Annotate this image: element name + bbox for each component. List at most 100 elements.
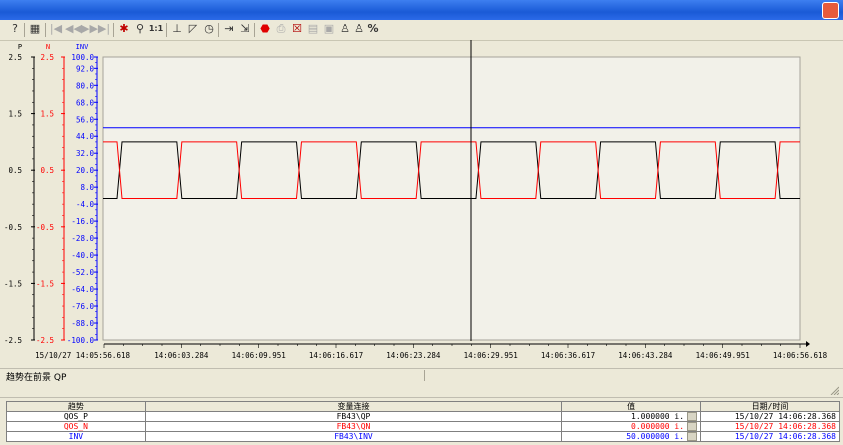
tick-label-p: 1.5 — [8, 110, 22, 119]
percent-icon[interactable]: % — [366, 22, 380, 36]
time-label: 14:06:09.951 — [232, 351, 286, 360]
column-header-trend[interactable]: 趋势 — [6, 401, 146, 412]
screen-icon[interactable]: ▦ — [28, 22, 42, 36]
time-label: 14:06:43.284 — [618, 351, 673, 360]
title-bar — [0, 0, 843, 20]
tick-label-inv: -28.0 — [71, 234, 94, 243]
trend-cell: INV — [6, 431, 146, 442]
next-icon[interactable]: ▶▶ — [81, 22, 98, 36]
tick-label-inv: -16.0 — [71, 217, 94, 226]
zoom-icon[interactable]: ⚲ — [133, 22, 147, 36]
time-label: 14:06:56.618 — [773, 351, 828, 360]
tick-label-inv: 92.0 — [76, 64, 95, 73]
trend-cell-text: INV — [68, 432, 84, 441]
tick-label-n: 2.5 — [40, 53, 54, 62]
export-icon[interactable]: ▤ — [306, 22, 320, 36]
pause-trend-icon[interactable]: ✱ — [117, 22, 131, 36]
value-cell-text: 0.000000 i. — [631, 422, 685, 431]
ruler-icon[interactable]: ⊥ — [170, 22, 184, 36]
link-cell-text: FB43\QN — [336, 422, 371, 431]
value-cell: 0.000000 i. — [561, 421, 702, 432]
datetime-cell-text: 15/10/27 14:06:28.368 — [734, 422, 836, 431]
value-scroll-icon[interactable] — [687, 412, 698, 421]
value-cell: 50.000000 i. — [561, 431, 702, 442]
datetime-cell-text: 15/10/27 14:06:28.368 — [734, 412, 836, 421]
link-cell: FB43\INV — [144, 431, 563, 442]
column-header-link[interactable]: 变量连接 — [144, 401, 563, 412]
prev-icon[interactable]: ◀◀ — [65, 22, 82, 36]
size-grip-icon[interactable] — [829, 385, 839, 395]
toolbar-separator — [254, 23, 255, 37]
time-label: 14:06:29.951 — [464, 351, 518, 360]
value-cell-text: 50.000000 i. — [626, 432, 685, 441]
trend-chart[interactable]: P 2.5 1.5 0.5 -0.5 -1.5 -2.5 N 2.5 1.5 0.5 -0.5 -1.5… — [0, 40, 843, 368]
status-bar: 趋势在前景 QP — [0, 368, 843, 384]
time-label: 14:06:23.284 — [386, 351, 441, 360]
tick-label-inv: -88.0 — [71, 319, 94, 328]
time-label: 14:06:16.617 — [309, 351, 363, 360]
axis-header-inv: INV — [76, 43, 89, 51]
select-data-icon[interactable]: ♙ — [352, 22, 366, 36]
value-cell: 1.000000 i. — [561, 411, 702, 422]
link-cell: FB43\QN — [144, 421, 563, 432]
toolbar-separator — [113, 23, 114, 37]
table-row[interactable]: INV FB43\INV 50.000000 i. 15/10/27 14:06:28… — [6, 431, 840, 442]
tick-label-inv: -52.0 — [71, 268, 94, 277]
tick-label-n: 1.5 — [40, 110, 54, 119]
area-zoom-icon[interactable]: ◸ — [186, 22, 200, 36]
help-icon[interactable]: ? — [8, 22, 22, 36]
trend-toolbar: ? ▦ |◀ ◀◀ ▶▶ ▶| ✱ ⚲ 1:1 ⊥ ◸ ◷ ⇥ ⇲ ⬣ ⎙ ☒ … — [0, 20, 843, 41]
link-cell: FB43\QP — [144, 411, 563, 422]
tick-label-inv: 20.0 — [76, 166, 95, 175]
tick-label-inv: 80.0 — [76, 81, 95, 90]
table-row[interactable]: QOS_N FB43\QN 0.000000 i. 15/10/27 14:06:28… — [6, 421, 840, 432]
link-cell-text: FB43\INV — [334, 432, 373, 441]
table-row[interactable]: QOS_P FB43\QP 1.000000 i. 15/10/27 14:06:28… — [6, 411, 840, 422]
move-area-icon[interactable]: ⇲ — [238, 22, 252, 36]
datetime-cell: 15/10/27 14:06:28.368 — [700, 421, 840, 432]
value-table[interactable]: 趋势 变量连接 值 日期/时间 QOS_P FB43\QP 1.000000 i. 1… — [6, 401, 840, 442]
print-icon[interactable]: ⎙ — [274, 22, 288, 36]
table-header-row: 趋势 变量连接 值 日期/时间 — [6, 401, 840, 412]
status-text: 趋势在前景 QP — [6, 373, 67, 383]
tick-label-p: 2.5 — [8, 53, 22, 62]
axis-header-p: P — [18, 43, 22, 51]
status-separator — [424, 370, 425, 381]
splitter-bar[interactable] — [0, 383, 843, 398]
tick-label-inv: -64.0 — [71, 285, 94, 294]
tick-label-inv: 56.0 — [76, 115, 95, 124]
tick-label-n: -1.5 — [36, 279, 54, 288]
timer-icon[interactable]: ◷ — [202, 22, 216, 36]
config-icon[interactable]: ☒ — [290, 22, 304, 36]
first-icon[interactable]: |◀ — [49, 22, 63, 36]
value-scroll-icon[interactable] — [687, 432, 698, 441]
time-label: 14:06:36.617 — [541, 351, 595, 360]
link-cell-text: FB43\QP — [336, 412, 371, 421]
move-axis-icon[interactable]: ⇥ — [222, 22, 236, 36]
tick-label-inv: -4.0 — [76, 200, 95, 209]
stop-icon[interactable]: ⬣ — [258, 22, 272, 36]
tick-label-inv: -100.0 — [67, 336, 95, 345]
tick-label-n: -2.5 — [36, 336, 54, 345]
trend-cell-text: QOS_N — [63, 422, 88, 431]
tick-label-p: -0.5 — [4, 223, 22, 232]
tick-label-inv: -76.0 — [71, 302, 94, 311]
last-icon[interactable]: ▶| — [97, 22, 111, 36]
tick-label-inv: 44.0 — [76, 132, 95, 141]
time-label: 14:06:49.951 — [696, 351, 750, 360]
select-trend-icon[interactable]: ♙ — [338, 22, 352, 36]
value-scroll-icon[interactable] — [687, 422, 698, 431]
tick-label-p: -2.5 — [4, 336, 22, 345]
datetime-cell: 15/10/27 14:06:28.368 — [700, 411, 840, 422]
original-size-icon[interactable]: 1:1 — [148, 22, 164, 36]
close-button[interactable] — [822, 2, 839, 19]
toolbar-separator — [218, 23, 219, 37]
trend-cell-text: QOS_P — [63, 412, 88, 421]
tick-label-inv: -40.0 — [71, 251, 94, 260]
save-icon[interactable]: ▣ — [322, 22, 336, 36]
tick-label-inv: 68.0 — [76, 98, 95, 107]
column-header-datetime[interactable]: 日期/时间 — [700, 401, 840, 412]
toolbar-separator — [45, 23, 46, 37]
column-header-value[interactable]: 值 — [561, 401, 702, 412]
tick-label-inv: 8.0 — [80, 183, 94, 192]
